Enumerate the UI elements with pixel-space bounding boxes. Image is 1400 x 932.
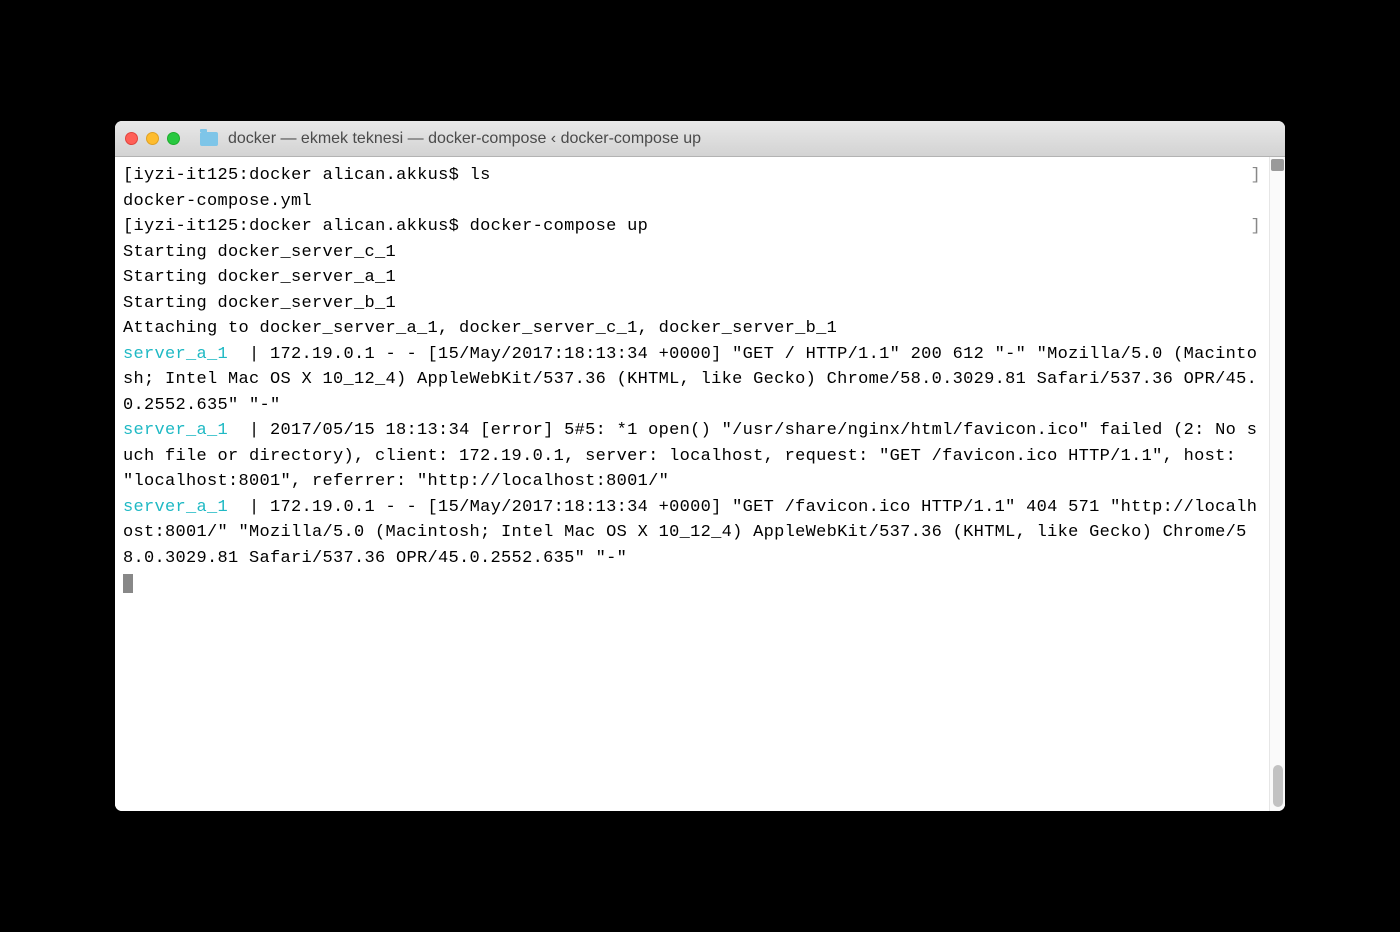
log-prefix: server_a_1 bbox=[123, 498, 249, 517]
terminal-body: ][iyzi-it125:docker alican.akkus$ ls doc… bbox=[115, 157, 1285, 811]
log-prefix: server_a_1 bbox=[123, 345, 249, 364]
terminal-window: docker — ekmek teknesi — docker-compose … bbox=[115, 121, 1285, 811]
traffic-lights bbox=[125, 132, 180, 145]
prompt-user: alican.akkus bbox=[323, 166, 449, 185]
log-line: | 172.19.0.1 - - [15/May/2017:18:13:34 +… bbox=[123, 345, 1257, 415]
folder-icon bbox=[200, 132, 218, 146]
scrollbar[interactable] bbox=[1269, 157, 1285, 811]
prompt-host: iyzi-it125 bbox=[134, 166, 239, 185]
prompt-user: alican.akkus bbox=[323, 217, 449, 236]
prompt-open: [ bbox=[123, 217, 134, 236]
log-prefix: server_a_1 bbox=[123, 421, 249, 440]
log-line: | 172.19.0.1 - - [15/May/2017:18:13:34 +… bbox=[123, 498, 1257, 568]
prompt-symbol: $ bbox=[449, 166, 460, 185]
right-bracket: ] bbox=[1250, 214, 1261, 240]
right-bracket: ] bbox=[1250, 163, 1261, 189]
log-line: | 2017/05/15 18:13:34 [error] 5#5: *1 op… bbox=[123, 421, 1257, 491]
starting-line: Starting docker_server_a_1 bbox=[123, 268, 396, 287]
prompt-folder: docker bbox=[249, 217, 312, 236]
scrollbar-thumb[interactable] bbox=[1273, 765, 1283, 807]
maximize-button[interactable] bbox=[167, 132, 180, 145]
terminal-output[interactable]: ][iyzi-it125:docker alican.akkus$ ls doc… bbox=[115, 157, 1269, 811]
starting-line: Starting docker_server_b_1 bbox=[123, 294, 396, 313]
close-button[interactable] bbox=[125, 132, 138, 145]
attaching-line: Attaching to docker_server_a_1, docker_s… bbox=[123, 319, 837, 338]
starting-line: Starting docker_server_c_1 bbox=[123, 243, 396, 262]
command-compose-up: docker-compose up bbox=[470, 217, 649, 236]
prompt-host: iyzi-it125 bbox=[134, 217, 239, 236]
cursor bbox=[123, 574, 133, 593]
minimize-button[interactable] bbox=[146, 132, 159, 145]
prompt-symbol: $ bbox=[449, 217, 460, 236]
scrollbar-gutter-icon[interactable] bbox=[1271, 159, 1284, 171]
ls-output: docker-compose.yml bbox=[123, 192, 312, 211]
prompt-folder: docker bbox=[249, 166, 312, 185]
command-ls: ls bbox=[470, 166, 491, 185]
window-title: docker — ekmek teknesi — docker-compose … bbox=[228, 130, 701, 148]
window-titlebar[interactable]: docker — ekmek teknesi — docker-compose … bbox=[115, 121, 1285, 157]
prompt-open: [ bbox=[123, 166, 134, 185]
